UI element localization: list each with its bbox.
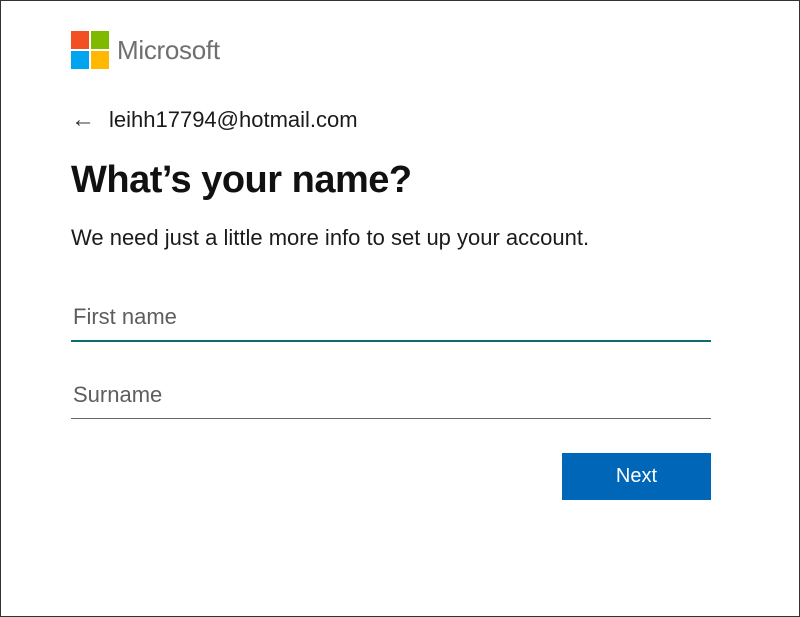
back-arrow-icon[interactable]: ← <box>71 108 95 132</box>
next-button[interactable]: Next <box>562 453 711 500</box>
page-subtitle: We need just a little more info to set u… <box>71 222 691 254</box>
account-email: leihh17794@hotmail.com <box>109 107 358 133</box>
microsoft-logo-icon <box>71 31 109 69</box>
brand-wordmark: Microsoft <box>117 35 220 66</box>
first-name-input[interactable] <box>71 298 711 342</box>
page-title: What’s your name? <box>71 159 759 202</box>
button-row: Next <box>71 453 711 500</box>
surname-input[interactable] <box>71 376 711 419</box>
first-name-field-wrapper <box>71 298 711 342</box>
identity-row: ← leihh17794@hotmail.com <box>71 107 759 133</box>
surname-field-wrapper <box>71 376 711 419</box>
brand-header: Microsoft <box>71 31 759 69</box>
